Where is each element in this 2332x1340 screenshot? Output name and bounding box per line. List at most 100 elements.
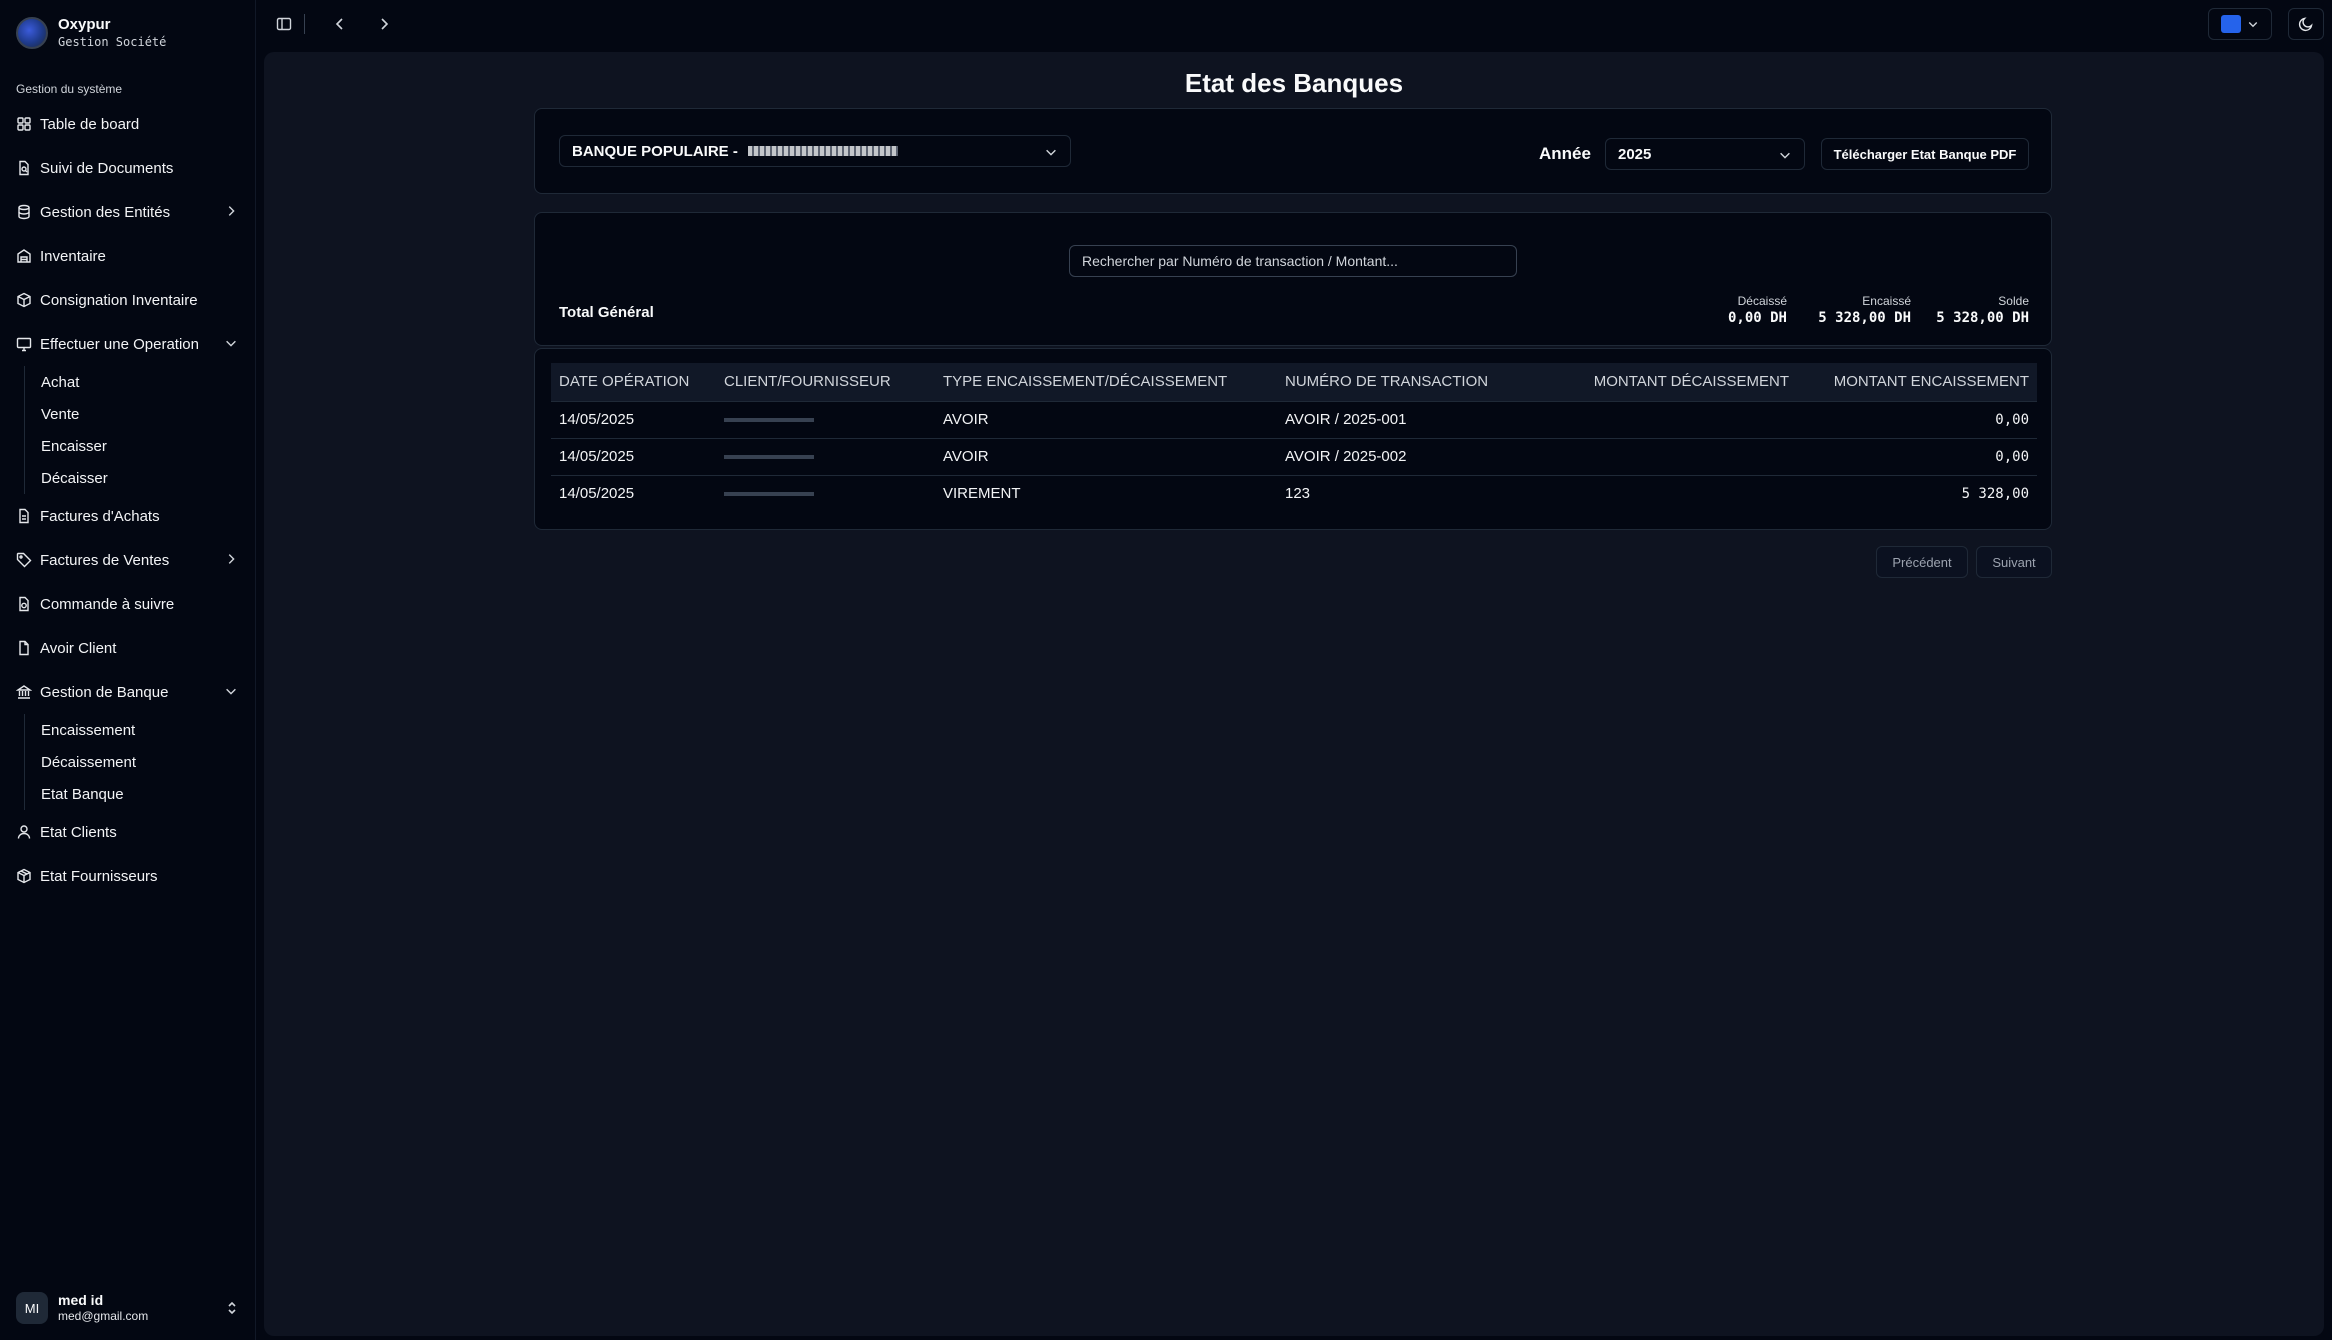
col-numero[interactable]: NUMÉRO DE TRANSACTION [1277, 363, 1577, 401]
receipt-icon [16, 508, 32, 524]
brand[interactable]: Oxypur Gestion Société [16, 16, 166, 50]
sidebar-nav: Table de board Suivi de Documents Gestio… [0, 102, 256, 898]
cell-decaissement [1577, 437, 1797, 475]
panel-left-icon [276, 17, 292, 31]
sidebar-item-label: Commande à suivre [40, 595, 175, 613]
summary-card: Total Général Décaissé 0,00 DH Encaissé … [534, 212, 2052, 346]
stat-decaisse: Décaissé 0,00 DH [1728, 293, 1787, 327]
chevron-down-icon [226, 688, 236, 695]
chevron-right-icon [228, 206, 235, 216]
sidebar-item-consignation-inventaire[interactable]: Consignation Inventaire [0, 278, 256, 322]
sidebar-item-label: Etat Fournisseurs [40, 867, 158, 885]
cell-decaissement [1577, 474, 1797, 512]
sidebar-item-factures-achats[interactable]: Factures d'Achats [0, 494, 256, 538]
avatar: MI [16, 1292, 48, 1324]
sidebar-item-effectuer-operation[interactable]: Effectuer une Operation [0, 322, 256, 366]
chevron-down-icon [226, 340, 236, 347]
sidebar: Oxypur Gestion Société Gestion du systèm… [0, 0, 256, 1340]
bank-select[interactable]: BANQUE POPULAIRE - [559, 135, 1071, 167]
brand-logo-icon [16, 17, 48, 49]
sidebar-item-factures-ventes[interactable]: Factures de Ventes [0, 538, 256, 582]
stat-solde: Solde 5 328,00 DH [1936, 293, 2029, 327]
sidebar-item-gestion-banque[interactable]: Gestion de Banque [0, 670, 256, 714]
sidebar-item-avoir-client[interactable]: Avoir Client [0, 626, 256, 670]
file-icon [16, 640, 32, 656]
previous-page-button[interactable]: Précédent [1876, 546, 1968, 578]
sidebar-subitem-decaisser[interactable]: Décaisser [41, 462, 256, 494]
transactions-card: DATE OPÉRATION CLIENT/FOURNISSEUR TYPE E… [534, 348, 2052, 530]
sidebar-section-label: Gestion du système [16, 82, 123, 96]
cell-type: AVOIR [935, 400, 1277, 438]
theme-toggle-button[interactable] [2288, 8, 2324, 40]
cell-date: 14/05/2025 [551, 437, 716, 475]
col-montant-decaissement[interactable]: MONTANT DÉCAISSEMENT [1577, 363, 1797, 401]
sidebar-item-label: Inventaire [40, 247, 106, 265]
redacted-client [724, 492, 814, 497]
stat-encaisse-value: 5 328,00 DH [1818, 310, 1911, 326]
cell-encaissement: 0,00 [1797, 400, 2037, 438]
col-montant-encaissement[interactable]: MONTANT ENCAISSEMENT [1797, 363, 2037, 401]
table-row[interactable]: 14/05/2025 AVOIR AVOIR / 2025-001 0,00 [551, 400, 2037, 438]
sidebar-item-label: Factures d'Achats [40, 507, 160, 525]
submenu-operation: Achat Vente Encaisser Décaisser [24, 366, 256, 494]
cell-date: 14/05/2025 [551, 474, 716, 512]
sidebar-subitem-decaissement[interactable]: Décaissement [41, 746, 256, 778]
table-row[interactable]: 14/05/2025 VIREMENT 123 5 328,00 [551, 474, 2037, 512]
brand-subtitle: Gestion Société [58, 35, 167, 49]
chevron-left-icon [335, 18, 343, 30]
package-icon [16, 292, 32, 308]
sidebar-subitem-achat[interactable]: Achat [41, 366, 256, 398]
stat-solde-label: Solde [1998, 294, 2029, 308]
back-button[interactable] [328, 12, 352, 36]
chevron-right-icon [381, 18, 389, 30]
dashboard-icon [16, 116, 32, 132]
col-type[interactable]: TYPE ENCAISSEMENT/DÉCAISSEMENT [935, 363, 1277, 401]
color-swatch [2221, 15, 2241, 33]
sidebar-subitem-vente[interactable]: Vente [41, 398, 256, 430]
chevron-right-icon [228, 554, 235, 564]
sidebar-item-gestion-entites[interactable]: Gestion des Entités [0, 190, 256, 234]
sidebar-subitem-encaissement[interactable]: Encaissement [41, 714, 256, 746]
topbar-divider [304, 14, 305, 34]
user-icon [16, 824, 32, 840]
user-menu[interactable]: MI med id med@gmail.com [16, 1292, 240, 1324]
accent-color-picker[interactable] [2208, 8, 2272, 40]
sidebar-item-etat-clients[interactable]: Etat Clients [0, 810, 256, 854]
table-row[interactable]: 14/05/2025 AVOIR AVOIR / 2025-002 0,00 [551, 437, 2037, 475]
box-icon [16, 868, 32, 884]
order-icon [16, 596, 32, 612]
cell-numero: AVOIR / 2025-001 [1277, 400, 1577, 438]
brand-name: Oxypur [58, 16, 111, 33]
col-date[interactable]: DATE OPÉRATION [551, 363, 716, 401]
sidebar-item-inventaire[interactable]: Inventaire [0, 234, 256, 278]
year-select-value: 2025 [1618, 145, 1652, 163]
forward-button[interactable] [372, 12, 396, 36]
sidebar-item-label: Avoir Client [40, 639, 117, 657]
redacted-client [724, 455, 814, 460]
year-select[interactable]: 2025 [1605, 138, 1805, 170]
stat-encaisse: Encaissé 5 328,00 DH [1818, 293, 1911, 327]
total-label: Total Général [559, 304, 654, 321]
col-client[interactable]: CLIENT/FOURNISSEUR [716, 363, 935, 401]
next-page-button[interactable]: Suivant [1976, 546, 2052, 578]
stat-decaisse-label: Décaissé [1737, 294, 1787, 308]
chevrons-up-down-icon[interactable] [224, 1300, 240, 1316]
sidebar-subitem-encaisser[interactable]: Encaisser [41, 430, 256, 462]
cell-type: VIREMENT [935, 474, 1277, 512]
chevron-down-icon [1780, 152, 1790, 159]
sidebar-item-etat-fournisseurs[interactable]: Etat Fournisseurs [0, 854, 256, 898]
sidebar-item-table-de-board[interactable]: Table de board [0, 102, 256, 146]
tag-icon [16, 552, 32, 568]
sidebar-item-suivi-documents[interactable]: Suivi de Documents [0, 146, 256, 190]
download-pdf-button[interactable]: Télécharger Etat Banque PDF [1821, 138, 2029, 170]
sidebar-subitem-etat-banque[interactable]: Etat Banque [41, 778, 256, 810]
sidebar-item-label: Suivi de Documents [40, 159, 174, 177]
search-input[interactable] [1069, 245, 1517, 277]
sidebar-item-commande-suivre[interactable]: Commande à suivre [0, 582, 256, 626]
sidebar-toggle-button[interactable] [272, 12, 296, 36]
cell-decaissement [1577, 400, 1797, 438]
user-name: med id [58, 1292, 104, 1308]
table-header-row: DATE OPÉRATION CLIENT/FOURNISSEUR TYPE E… [551, 363, 2037, 401]
sidebar-item-label: Table de board [40, 115, 140, 133]
redacted-client [724, 418, 814, 423]
